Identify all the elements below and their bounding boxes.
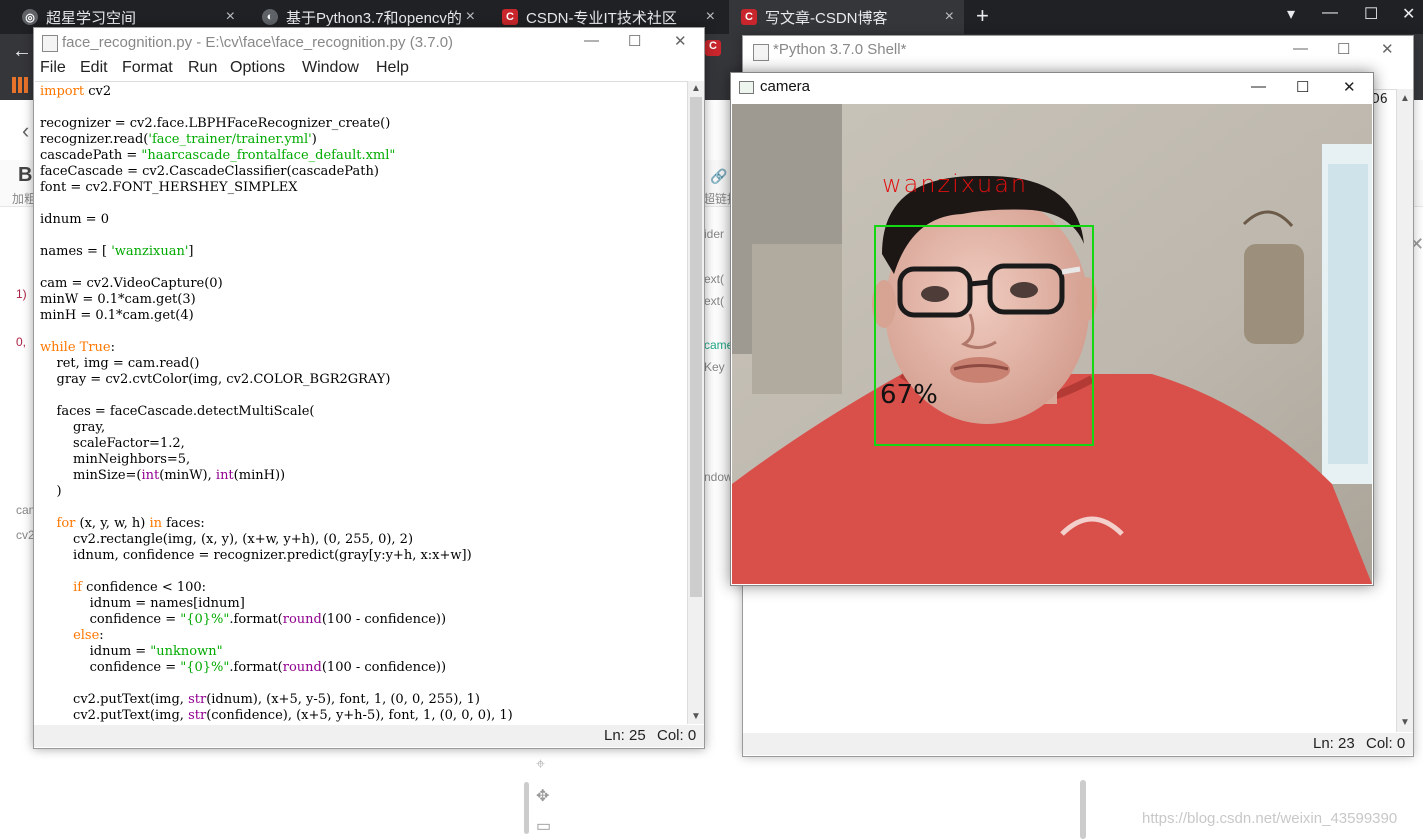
github-icon: ◐: [262, 9, 278, 25]
menu-run[interactable]: Run: [188, 59, 217, 77]
line-number: Ln: 25: [604, 727, 646, 744]
tab-label: 基于Python3.7和opencv的: [286, 9, 462, 27]
maximize-icon[interactable]: ☐: [1364, 4, 1378, 24]
close-icon[interactable]: ✕: [674, 32, 687, 50]
close-icon[interactable]: ✕: [1343, 78, 1356, 96]
bg-code-fragment: ider: [704, 227, 725, 241]
minimize-icon[interactable]: —: [1251, 78, 1266, 95]
bg-code-fragment: came: [704, 338, 734, 352]
close-tab-icon[interactable]: ×: [945, 8, 954, 26]
tab-label: 超星学习空间: [46, 9, 137, 27]
shell-partial-text: D6: [1372, 92, 1388, 107]
line-number: Ln: 23: [1313, 735, 1355, 752]
idle-editor-window[interactable]: face_recognition.py - E:\cv\face\face_re…: [33, 27, 705, 749]
minimize-icon[interactable]: —: [1293, 40, 1308, 57]
menu-format[interactable]: Format: [122, 59, 173, 77]
csdn-icon: C: [705, 40, 721, 56]
bg-code-fragment: ext(: [704, 294, 725, 308]
bg-code-fragment: ext(: [704, 272, 725, 286]
app-icon: [739, 81, 754, 94]
bg-code-fragment: 0,: [16, 335, 27, 349]
code-editor[interactable]: import cv2 recognizer = cv2.face.LBPHFac…: [35, 81, 687, 726]
camera-title-bar[interactable]: camera — ☐ ✕: [731, 73, 1373, 103]
menu-file[interactable]: File: [40, 59, 66, 77]
bg-code-fragment: cv2: [16, 528, 35, 542]
close-tab-icon[interactable]: ×: [706, 8, 715, 26]
menu-help[interactable]: Help: [376, 59, 409, 77]
target-icon[interactable]: ⌖: [536, 756, 545, 774]
shell-title-bar[interactable]: *Python 3.7.0 Shell* — ☐ ✕: [743, 36, 1413, 66]
confidence-label: 67%: [880, 380, 938, 410]
python-file-icon: [42, 35, 58, 52]
menu-window[interactable]: Window: [302, 59, 359, 77]
editor-scrollbar[interactable]: ▲ ▼: [687, 81, 704, 724]
maximize-icon[interactable]: ☐: [1337, 40, 1350, 58]
camera-title: camera: [760, 78, 811, 95]
minimize-icon[interactable]: —: [1322, 4, 1338, 22]
scroll-down-icon[interactable]: ▼: [691, 711, 701, 722]
csdn-icon: C: [741, 9, 757, 25]
bg-code-fragment: 1): [16, 287, 27, 301]
minimize-icon[interactable]: —: [584, 32, 599, 49]
scrollbar[interactable]: [524, 782, 529, 834]
scroll-down-icon[interactable]: ▼: [1400, 717, 1410, 728]
editor-menu-bar: File Edit Format Run Options Window Help: [34, 58, 704, 80]
close-tab-icon[interactable]: ×: [226, 8, 235, 26]
shell-status-bar: Ln: 23 Col: 0: [743, 733, 1413, 755]
recognized-name-label: wanzixuan: [882, 170, 1029, 198]
shell-scrollbar[interactable]: ▲ ▼: [1396, 89, 1413, 732]
tab-label: CSDN-专业IT技术社区: [526, 9, 677, 27]
close-tab-icon[interactable]: ×: [466, 8, 475, 26]
shell-title: *Python 3.7.0 Shell*: [773, 41, 907, 58]
editor-status-bar: Ln: 25 Col: 0: [34, 725, 704, 747]
scroll-up-icon[interactable]: ▲: [691, 83, 701, 94]
screen-icon[interactable]: ▭: [536, 816, 551, 836]
scrollbar[interactable]: [1080, 780, 1086, 839]
menu-edit[interactable]: Edit: [80, 59, 108, 77]
close-icon[interactable]: ✕: [1402, 4, 1415, 24]
chevron-left-icon[interactable]: ‹: [22, 118, 29, 144]
camera-feed: wanzixuan 67%: [732, 104, 1372, 584]
watermark: https://blog.csdn.net/weixin_43599390: [1142, 810, 1398, 827]
editor-title: face_recognition.py - E:\cv\face\face_re…: [62, 34, 454, 51]
bg-code-fragment: Key: [704, 360, 725, 374]
column-number: Col: 0: [657, 727, 697, 744]
csdn-icon: C: [502, 9, 518, 25]
move-icon[interactable]: ✥: [536, 786, 549, 806]
python-file-icon: [753, 44, 769, 61]
side-tools: ⌖ ✥ ▭: [524, 740, 560, 839]
apps-icon[interactable]: [12, 77, 28, 93]
link-icon[interactable]: 🔗: [710, 168, 727, 185]
scroll-up-icon[interactable]: ▲: [1400, 93, 1410, 104]
scrollbar-thumb[interactable]: [690, 97, 702, 597]
globe-icon: ◎: [22, 9, 38, 25]
bold-icon[interactable]: B: [18, 164, 32, 187]
camera-window[interactable]: camera — ☐ ✕ wanzixuan 67%: [730, 72, 1374, 586]
editor-title-bar[interactable]: face_recognition.py - E:\cv\face\face_re…: [34, 28, 704, 58]
column-number: Col: 0: [1366, 735, 1406, 752]
maximize-icon[interactable]: ☐: [1296, 78, 1309, 96]
browser-tab-4[interactable]: C 写文章-CSDN博客 ×: [729, 0, 964, 34]
close-icon[interactable]: ✕: [1381, 40, 1394, 58]
new-tab-button[interactable]: +: [976, 3, 989, 29]
back-arrow-icon[interactable]: ←: [12, 40, 32, 63]
face-bounding-box: [874, 225, 1094, 446]
maximize-icon[interactable]: ☐: [628, 32, 641, 50]
tab-search-icon[interactable]: ▾: [1287, 4, 1295, 24]
menu-options[interactable]: Options: [230, 59, 285, 77]
source-code: import cv2 recognizer = cv2.face.LBPHFac…: [40, 84, 513, 723]
bg-code-fragment: ndow: [704, 470, 733, 484]
tab-label: 写文章-CSDN博客: [765, 9, 888, 27]
